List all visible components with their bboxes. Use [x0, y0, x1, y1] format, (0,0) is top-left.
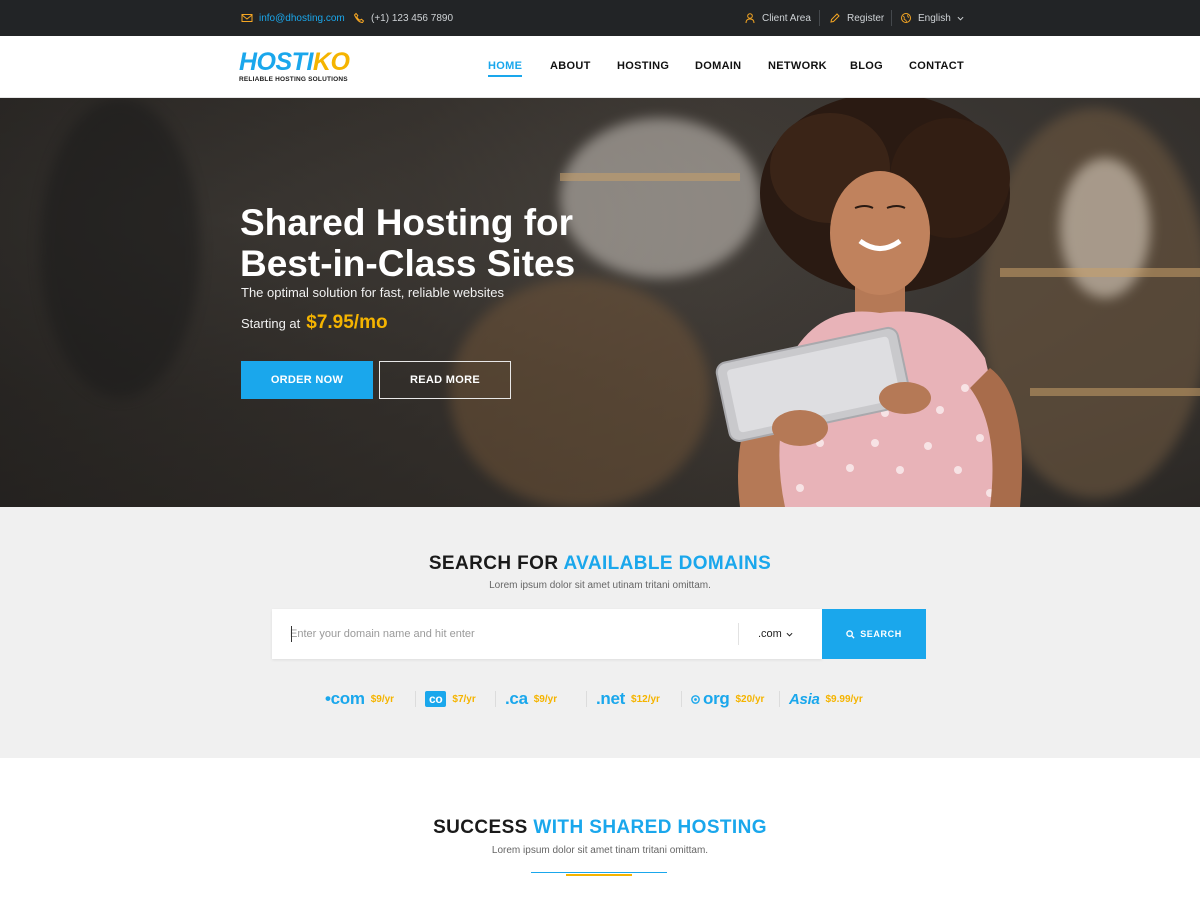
title-part-dark: SEARCH FOR [428, 553, 559, 574]
user-icon [745, 13, 755, 24]
tld-price: $9.99/yr [825, 693, 863, 705]
domain-search-box: .com [272, 609, 822, 659]
tld-item-net[interactable]: .net $12/yr [596, 688, 660, 710]
success-section-title: SUCCESS WITH SHARED HOSTING [0, 817, 1200, 839]
tld-divider [415, 691, 416, 707]
target-icon [691, 694, 700, 704]
client-area-label: Client Area [762, 12, 811, 24]
tld-price: $9/yr [533, 693, 558, 705]
hero-subtitle: The optimal solution for fast, reliable … [241, 285, 505, 300]
tld-item-asia[interactable]: Asia $9.99/yr [789, 688, 863, 710]
email-contact[interactable]: info@dhosting.com [241, 0, 345, 36]
starting-at-label: Starting at [241, 316, 301, 331]
top-bar: info@dhosting.com (+1) 123 456 7890 Clie… [0, 0, 1200, 36]
email-link[interactable]: info@dhosting.com [259, 13, 345, 24]
nav-item-hosting[interactable]: HOSTING [617, 60, 669, 72]
tld-divider [495, 691, 496, 707]
hero-price: $7.95/mo [306, 312, 388, 333]
background-bokeh [1060, 158, 1150, 298]
tld-dropdown[interactable]: .com [758, 609, 793, 659]
tld-price: $12/yr [631, 693, 660, 705]
tld-divider [681, 691, 682, 707]
background-bokeh [40, 98, 200, 398]
phone-number: (+1) 123 456 7890 [371, 12, 454, 24]
pencil-icon [830, 13, 840, 23]
topbar-divider [891, 10, 892, 26]
tld-item-co[interactable]: co $7/yr [425, 688, 476, 710]
nav-item-contact[interactable]: CONTACT [909, 60, 964, 72]
client-area-link[interactable]: Client Area [744, 0, 811, 36]
tld-divider [779, 691, 780, 707]
nav-item-label: HOME [488, 60, 523, 72]
search-button[interactable]: SEARCH [822, 609, 926, 659]
globe-icon [901, 13, 911, 23]
register-label: Register [847, 12, 885, 24]
tld-name: org [703, 689, 730, 708]
chevron-down-icon [786, 632, 793, 637]
nav-item-network[interactable]: NETWORK [768, 60, 827, 72]
tld-item-ca[interactable]: .ca $9/yr [505, 688, 557, 710]
hero-woman-image [715, 98, 1022, 507]
search-button-label: SEARCH [860, 629, 902, 639]
hero-pricing: Starting at $7.95/mo [241, 312, 388, 334]
tld-price: $9/yr [370, 693, 395, 705]
domain-search-title: SEARCH FOR AVAILABLE DOMAINS [0, 553, 1200, 575]
tld-name: Asia [789, 690, 820, 708]
tld-name: •com [325, 689, 365, 708]
domain-search-subtitle: Lorem ipsum dolor sit amet utinam tritan… [489, 580, 711, 591]
success-section-subtitle: Lorem ipsum dolor sit amet tinam tritani… [491, 845, 709, 856]
envelope-icon [241, 14, 253, 22]
chevron-down-icon [957, 16, 964, 21]
phone-contact: (+1) 123 456 7890 [353, 0, 453, 36]
nav-item-blog[interactable]: BLOG [850, 60, 883, 72]
tld-divider [586, 691, 587, 707]
nav-item-domain[interactable]: DOMAIN [695, 60, 741, 72]
language-selector[interactable]: English [900, 0, 964, 36]
nav-item-home[interactable]: HOME [488, 60, 523, 77]
tld-name: .net [596, 689, 626, 708]
domain-search-input[interactable] [290, 609, 730, 659]
tld-item-com[interactable]: •com $9/yr [325, 688, 394, 710]
tld-name: .ca [505, 689, 528, 708]
title-part-dark: SUCCESS [433, 817, 528, 838]
nav-item-about[interactable]: ABOUT [550, 60, 591, 72]
tld-price-list: •com $9/yr co $7/yr .ca $9/yr .net $12/y… [0, 688, 1200, 710]
order-now-button[interactable]: ORDER NOW [241, 361, 373, 399]
title-part-highlight: WITH SHARED HOSTING [533, 817, 767, 838]
search-divider [738, 623, 739, 645]
hero-title-line-1: Shared Hosting for [240, 202, 574, 243]
tld-price: $20/yr [735, 693, 765, 705]
section-divider-accent [566, 874, 632, 876]
search-icon [846, 629, 855, 639]
tld-item-org[interactable]: org $20/yr [690, 688, 764, 710]
hero-title: Shared Hosting for Best-in-Class Sites [240, 202, 620, 284]
hero-title-line-2: Best-in-Class Sites [240, 243, 576, 284]
logo-tagline: RELIABLE HOSTING SOLUTIONS [239, 76, 348, 83]
title-part-highlight: AVAILABLE DOMAINS [563, 553, 772, 574]
tld-selected-value: .com [758, 628, 782, 640]
phone-icon [353, 12, 365, 24]
text-caret [291, 626, 292, 642]
language-label: English [918, 12, 951, 24]
tld-price: $7/yr [452, 693, 476, 705]
active-nav-underline [488, 75, 523, 77]
section-divider-line [531, 872, 667, 873]
read-more-button[interactable]: READ MORE [379, 361, 511, 399]
tld-name: co [425, 691, 447, 707]
register-link[interactable]: Register [829, 0, 884, 36]
topbar-divider [819, 10, 820, 26]
main-nav: HOME ABOUT HOSTING DOMAIN NETWORK BLOG C… [0, 60, 1200, 77]
